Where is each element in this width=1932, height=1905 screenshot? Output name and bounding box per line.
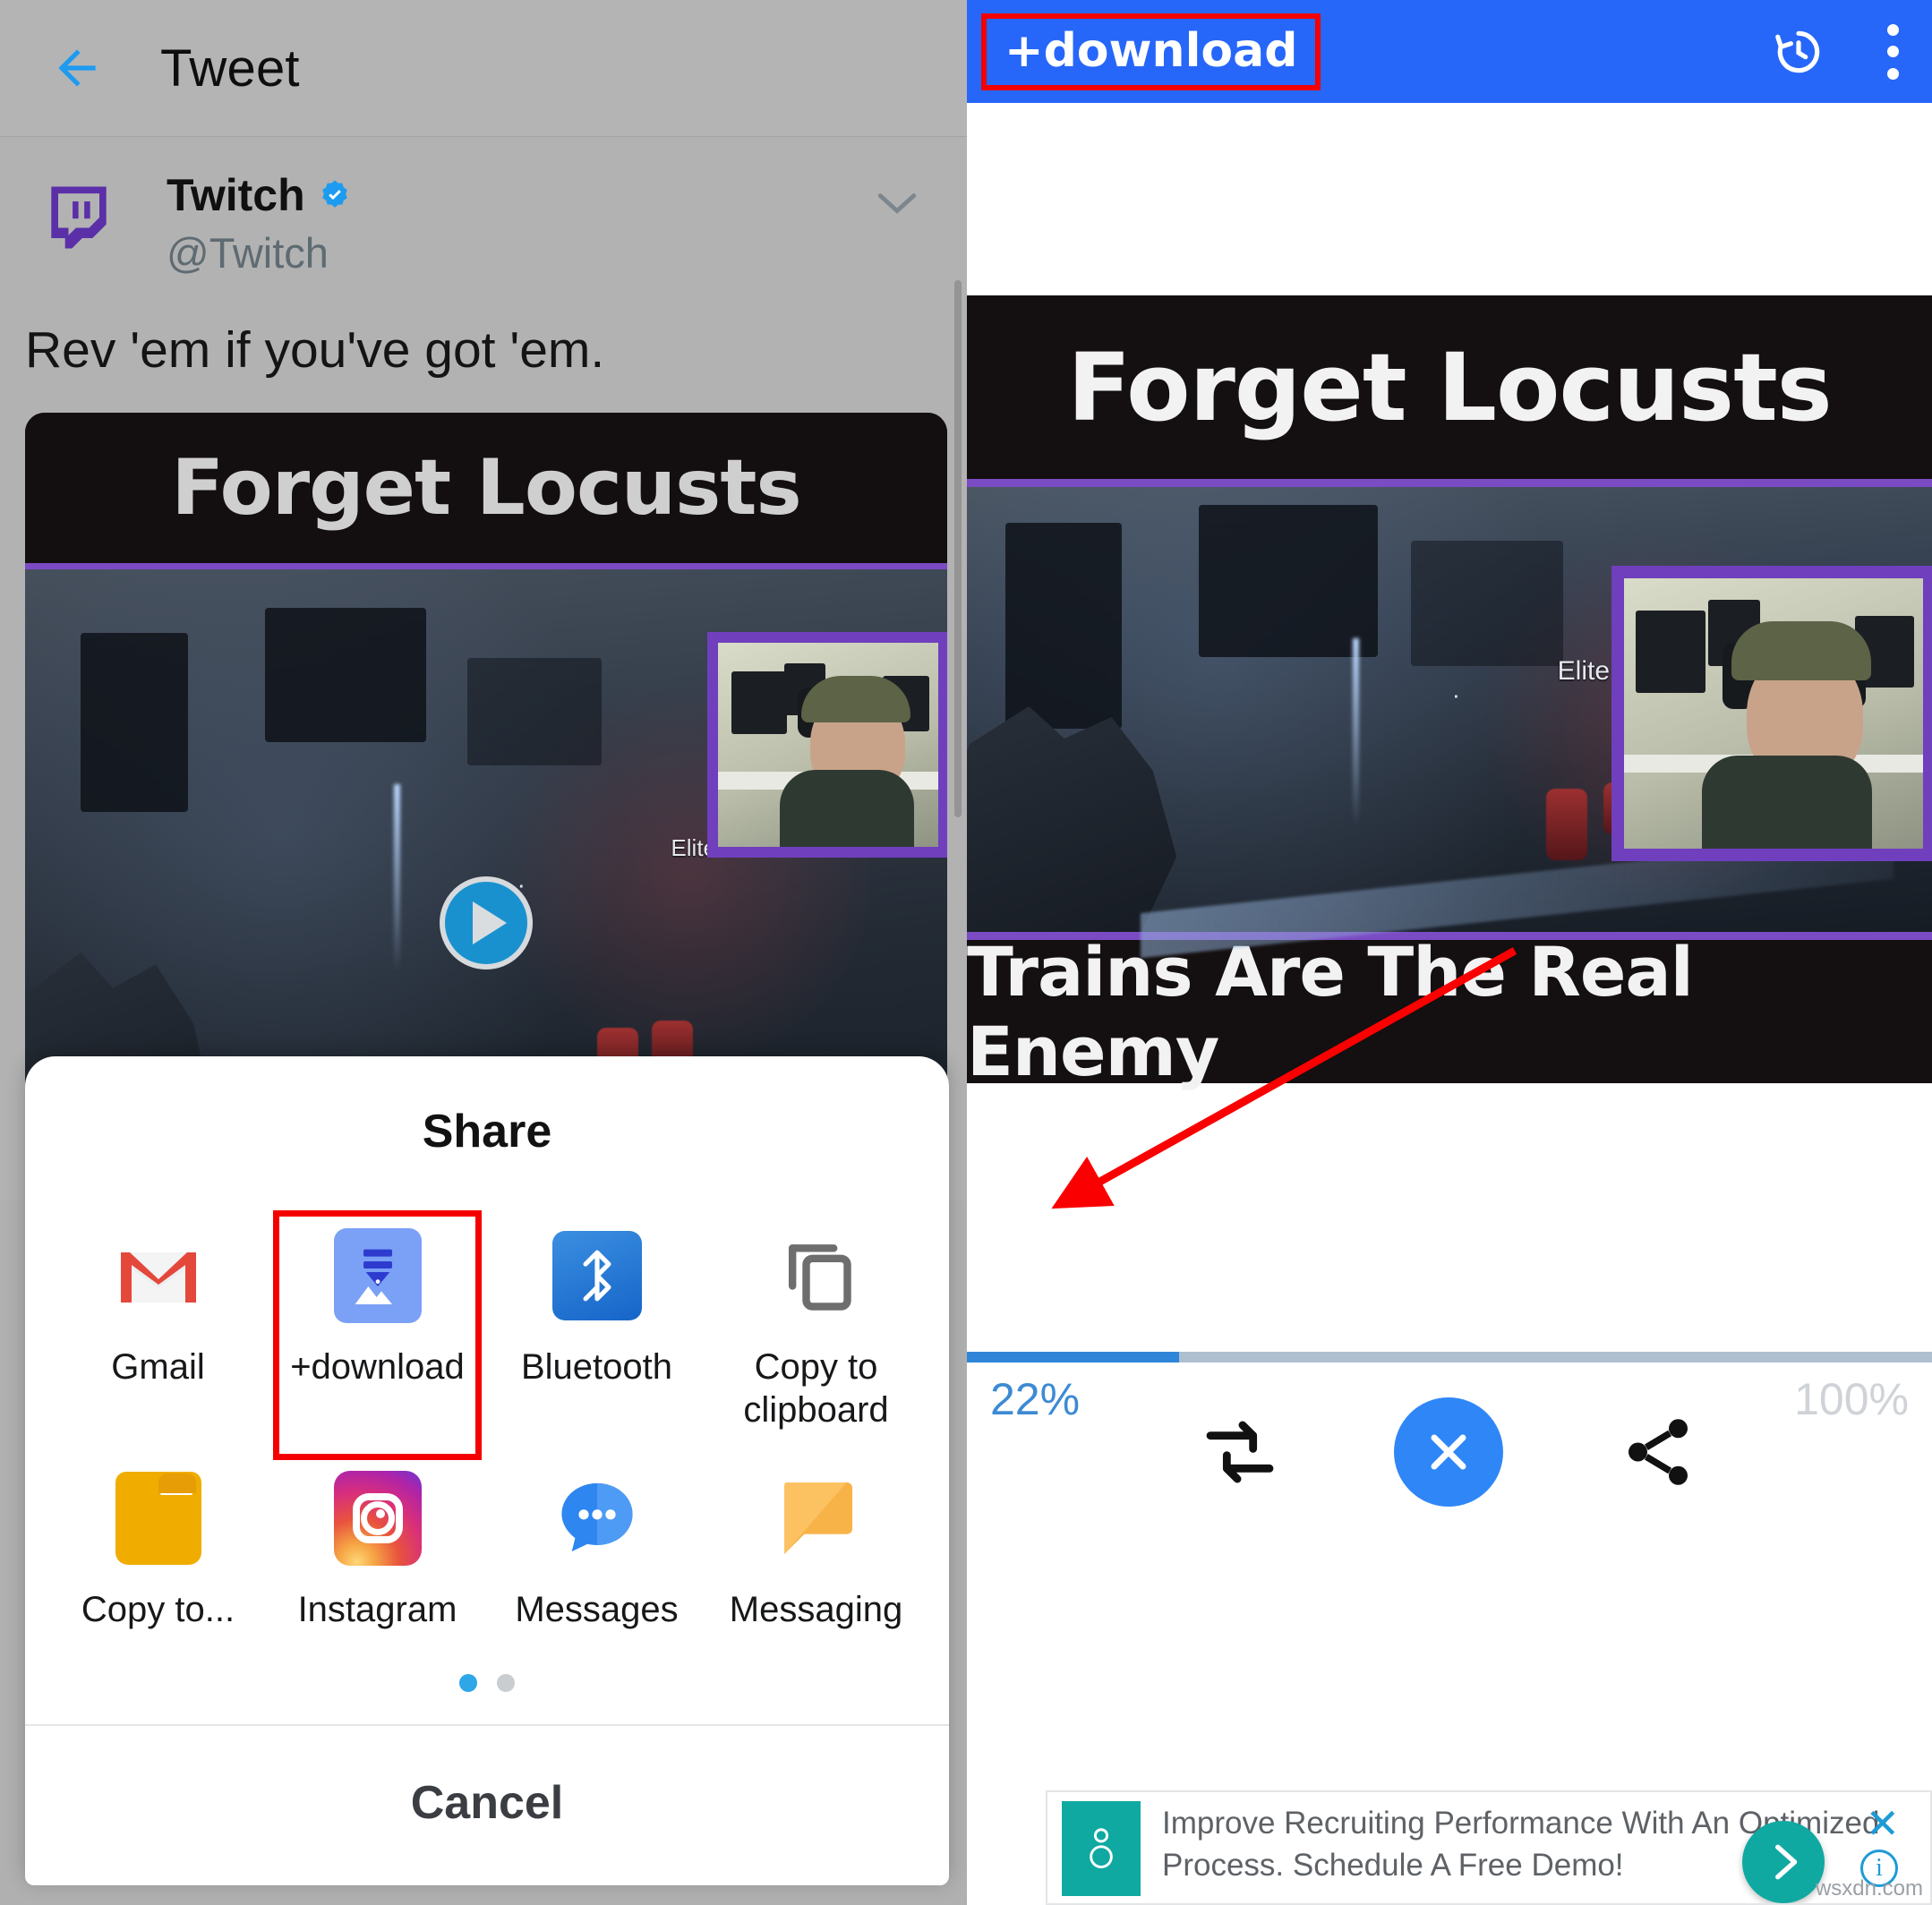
ad-banner[interactable]: Improve Recruiting Performance With An O… (1046, 1790, 1932, 1905)
tweet-text: Rev 'em if you've got 'em. (25, 321, 605, 379)
meme-caption-bottom: Trains Are The Real Enemy (967, 932, 1932, 1091)
download-preview-media: Forget Locusts Elite D ⋅ Trains Are The … (967, 295, 1932, 1091)
back-arrow-icon[interactable] (49, 40, 105, 96)
chevron-down-icon[interactable] (876, 191, 918, 218)
scene-prop (80, 632, 188, 812)
scene-prop (467, 657, 603, 765)
share-target-copy-to[interactable]: Copy to... (48, 1458, 268, 1653)
facecam-overlay (1611, 566, 1932, 861)
share-target-label: Messaging (729, 1589, 903, 1629)
ad-cta-button[interactable] (1742, 1821, 1825, 1903)
share-target-messaging[interactable]: Messaging (706, 1458, 926, 1653)
appbar-actions (1771, 23, 1900, 80)
plus-download-icon (330, 1228, 425, 1324)
share-target-label: Copy to clipboard (743, 1347, 889, 1430)
copy-to-clipboard-icon (769, 1228, 864, 1323)
scene-prop (1005, 522, 1123, 729)
scene-enemy (1545, 789, 1587, 861)
gmail-icon (111, 1228, 206, 1323)
share-target-messages[interactable]: Messages (487, 1458, 706, 1653)
scene-prop (264, 607, 426, 742)
retry-arrows-icon[interactable] (1201, 1413, 1279, 1491)
tweet-author-row: Twitch @Twitch (0, 137, 967, 278)
ad-close-icon[interactable]: ✕ (1865, 1803, 1900, 1844)
streamer-body (779, 770, 914, 848)
streamer-body (1701, 756, 1872, 849)
game-footage: Elite D ⋅ (967, 479, 1932, 959)
facecam-monitor (731, 671, 787, 735)
meme-caption-top-text: Forget Locusts (171, 443, 801, 534)
share-target-instagram[interactable]: Instagram (268, 1458, 487, 1653)
facecam-monitor (1636, 611, 1706, 694)
twitter-tweet-screen: Tweet Twitch @Twitch Rev 'em if you've g… (0, 0, 967, 1905)
meme-caption-top: Forget Locusts (25, 413, 947, 564)
crosshair-icon: ⋅ (1452, 682, 1460, 710)
share-target-bluetooth[interactable]: Bluetooth (487, 1216, 706, 1452)
pagination-dot-2[interactable] (497, 1674, 515, 1692)
author-handle: @Twitch (167, 229, 329, 277)
facecam-overlay (707, 632, 947, 859)
share-target-grid: Gmail +download Bluetooth Copy to clipbo… (25, 1166, 949, 1653)
tweet-appbar: Tweet (0, 0, 967, 137)
messages-icon (550, 1471, 645, 1566)
play-triangle (473, 901, 507, 945)
download-appbar: +download (967, 0, 1932, 103)
cancel-download-button[interactable] (1394, 1397, 1503, 1507)
app-title-wrap: +download (981, 13, 1321, 90)
folder-icon (111, 1471, 206, 1566)
share-target-gmail[interactable]: Gmail (48, 1216, 268, 1452)
kebab-menu-icon[interactable] (1885, 23, 1900, 80)
share-sheet-pagination[interactable] (25, 1653, 949, 1724)
tweet-author-names: Twitch @Twitch (167, 169, 352, 278)
verified-badge-icon (321, 180, 347, 208)
cancel-button[interactable]: Cancel (25, 1726, 949, 1885)
share-target-plus-download[interactable]: +download (268, 1210, 487, 1460)
streamer-cap (1731, 621, 1872, 681)
scene-prop (1410, 540, 1563, 666)
download-controls (967, 1359, 1932, 1545)
screenshot-stage: Tweet Twitch @Twitch Rev 'em if you've g… (0, 0, 1932, 1905)
share-target-label: Instagram (297, 1589, 457, 1629)
bluetooth-icon (550, 1228, 645, 1323)
messaging-icon (769, 1471, 864, 1566)
pagination-dot-1[interactable] (459, 1674, 477, 1692)
share-target-label: Bluetooth (520, 1347, 673, 1388)
annotation-highlight-box (981, 13, 1321, 90)
meme-caption-top: Forget Locusts (967, 295, 1932, 479)
meme-caption-top-text: Forget Locusts (1067, 332, 1832, 442)
scene-prop (1198, 504, 1378, 657)
share-target-label: Messages (515, 1589, 679, 1629)
watermark: wsxdn.com (1815, 1876, 1923, 1901)
share-bottom-sheet: Share Gmail +download Bluetooth Copy to … (25, 1056, 949, 1885)
meme-caption-bottom-text: Trains Are The Real Enemy (967, 932, 1694, 1091)
share-target-label: +download (290, 1347, 465, 1388)
share-nodes-icon[interactable] (1618, 1412, 1698, 1492)
instagram-icon (330, 1470, 425, 1566)
page-scrollbar[interactable] (954, 280, 962, 817)
scene-beam (1353, 637, 1360, 826)
advertiser-logo-icon (1062, 1801, 1141, 1896)
twitch-logo-icon[interactable] (38, 175, 120, 261)
share-target-copy-to-clipboard[interactable]: Copy to clipboard (706, 1216, 926, 1452)
play-button-icon[interactable] (440, 876, 533, 970)
content-spacer (967, 103, 1932, 295)
author-display-name: Twitch (167, 170, 305, 220)
page-title: Tweet (160, 38, 300, 98)
chevron-right-icon (1775, 1844, 1798, 1880)
history-clock-icon[interactable] (1771, 24, 1826, 80)
share-target-label: Copy to... (81, 1589, 235, 1629)
scene-beam (394, 783, 400, 972)
download-app-screen: +download Forget Locusts Elite D ⋅ Train… (967, 0, 1932, 1905)
share-target-label: Gmail (111, 1347, 205, 1388)
share-sheet-title: Share (422, 1106, 552, 1158)
close-x-icon (1431, 1434, 1466, 1470)
tweet-body: Twitch @Twitch Rev 'em if you've got 'em… (0, 137, 967, 1201)
content-spacer-lower (967, 1083, 1932, 1352)
